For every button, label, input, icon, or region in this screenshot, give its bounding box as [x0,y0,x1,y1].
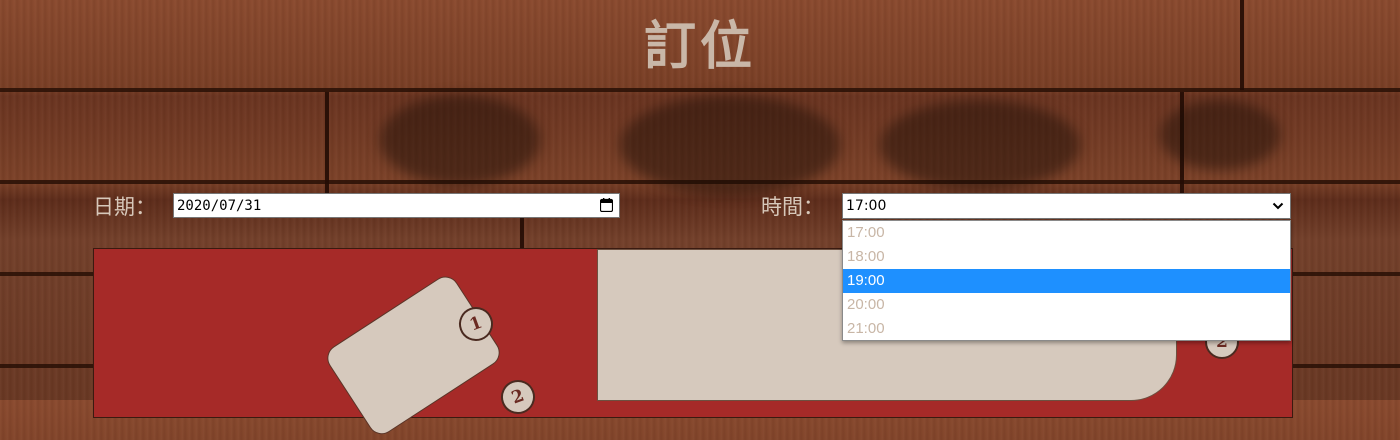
time-option-2100[interactable]: 21:00 [843,317,1290,341]
table[interactable] [322,271,506,440]
seat-2[interactable]: 2 [496,375,540,419]
time-option-1800[interactable]: 18:00 [843,245,1290,269]
calendar-icon[interactable] [600,198,613,212]
wood-stain [880,100,1080,190]
time-select[interactable]: 17:00 [842,193,1291,219]
date-label: 日期： [93,195,156,219]
wood-stain [620,95,840,195]
time-option-1900[interactable]: 19:00 [843,269,1290,293]
time-option-2000[interactable]: 20:00 [843,293,1290,317]
wood-stain [380,95,540,185]
date-input[interactable]: 2020/07/31 [173,193,620,218]
wood-stain [1160,100,1280,170]
time-dropdown-list: 17:00 18:00 19:00 20:00 21:00 [842,220,1291,341]
time-label: 時間： [761,195,824,219]
chevron-down-icon [1272,202,1284,210]
time-select-value: 17:00 [846,198,887,214]
date-value: 2020/07/31 [177,197,262,214]
page-title: 訂位 [643,17,756,77]
time-option-1700[interactable]: 17:00 [843,221,1290,245]
